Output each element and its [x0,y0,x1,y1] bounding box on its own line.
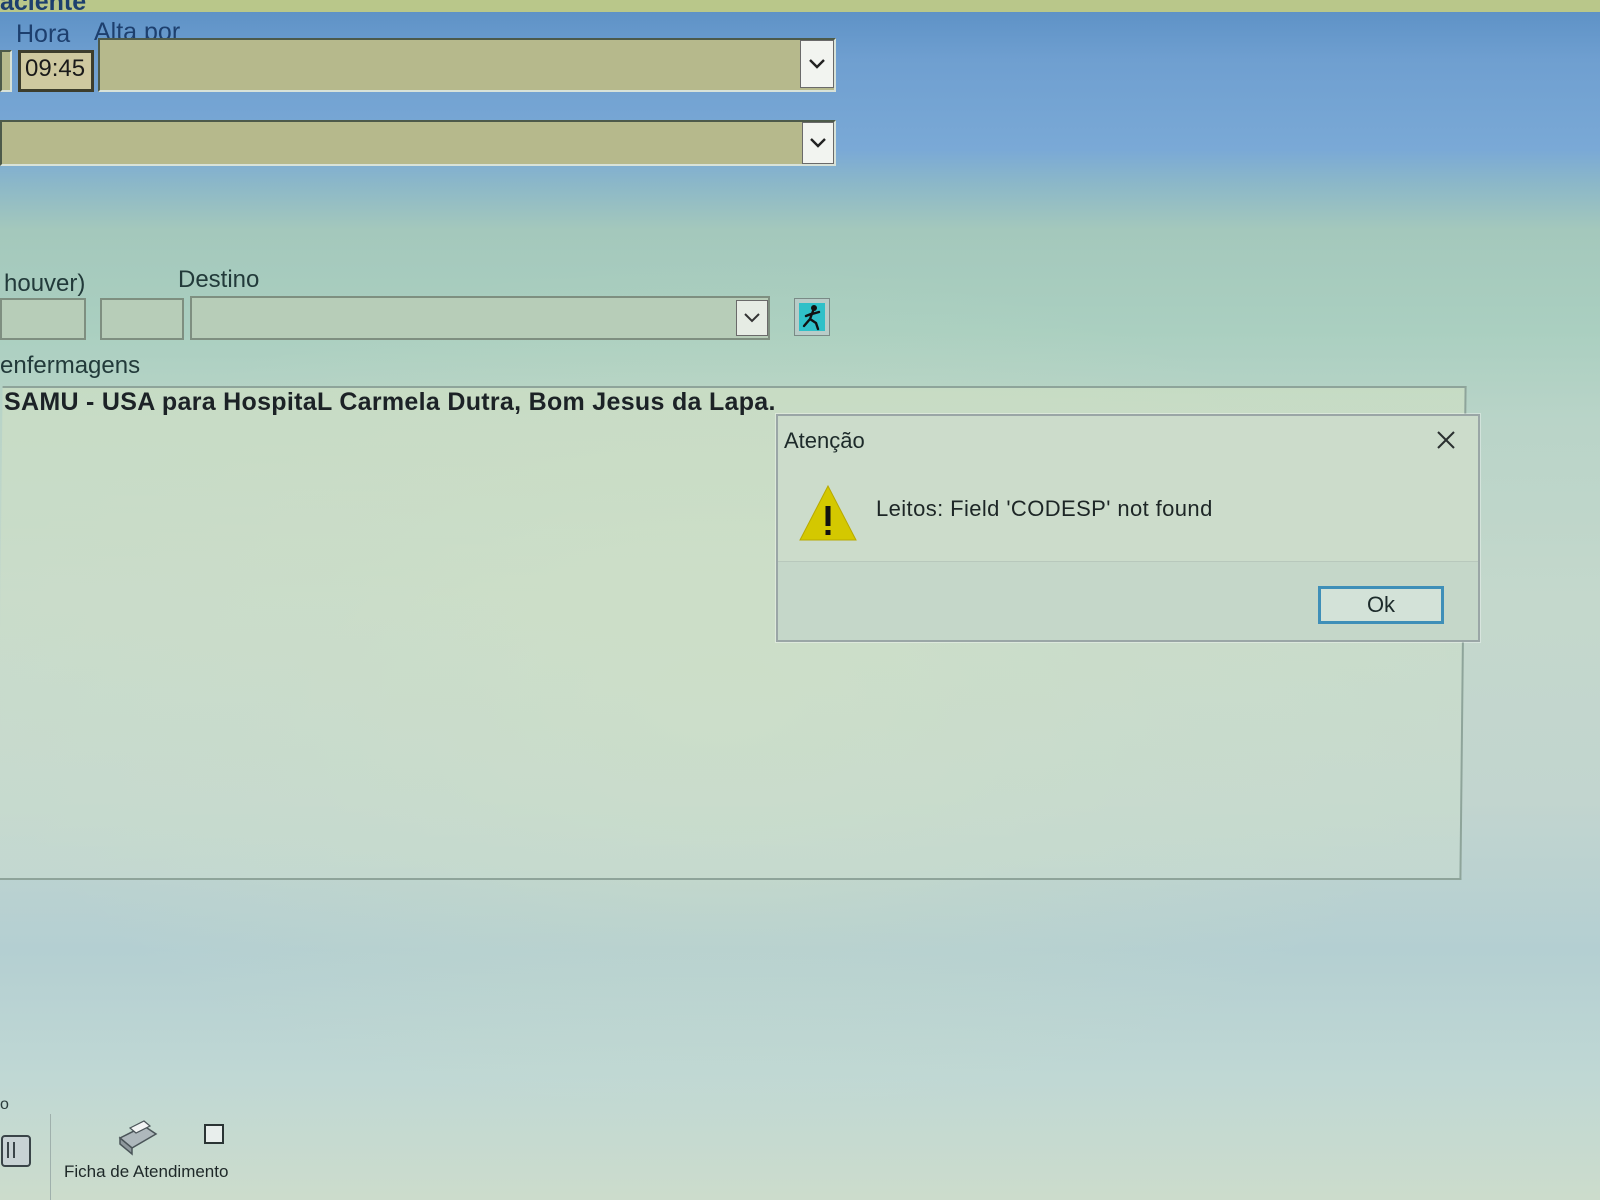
warning-icon [799,484,857,541]
hora-label: Hora [16,20,71,48]
hora-field[interactable]: 09:45 [18,50,94,92]
close-icon [1437,431,1455,449]
dialog-title: Atenção [784,428,865,453]
attention-dialog: Atenção Leitos: Field 'CODESP' not found… [776,414,1480,642]
toolbar-divider [50,1114,51,1200]
transfer-field-1[interactable] [0,298,86,340]
dialog-message: Leitos: Field 'CODESP' not found [876,496,1213,521]
chevron-down-icon [809,59,825,69]
secondary-select[interactable] [0,120,836,166]
bottom-toolbar: o Ficha de Atendimento [0,1096,1600,1200]
printer-icon [118,1120,158,1156]
ok-button[interactable]: Ok [1318,586,1444,624]
chevron-down-icon [744,313,760,323]
bottom-partial-label: o [0,1096,9,1113]
alta-por-dropdown-button[interactable] [800,40,834,88]
destino-label: Destino [178,266,260,293]
left-edge-field[interactable] [0,50,12,92]
chevron-down-icon [810,138,826,148]
notes-text: SAMU - USA para HospitaL Carmela Dutra, … [4,388,776,416]
ficha-atendimento-label: Ficha de Atendimento [64,1162,229,1181]
toolbar-left-button[interactable] [0,1128,36,1172]
ficha-checkbox[interactable] [204,1124,224,1144]
dialog-close-button[interactable] [1430,424,1462,456]
secondary-dropdown-button[interactable] [802,122,834,164]
window-top-strip [0,0,1600,12]
houver-label: houver) [4,270,86,297]
destino-action-button[interactable] [794,298,830,336]
transfer-field-2[interactable] [100,298,184,340]
running-person-icon [799,303,825,331]
enfermagens-label: enfermagens [0,352,141,379]
destino-select[interactable] [190,296,770,340]
document-stack-icon [1,1135,31,1167]
destino-dropdown-button[interactable] [736,300,768,336]
section-title: aciente [0,0,87,16]
alta-por-select[interactable] [98,38,836,92]
